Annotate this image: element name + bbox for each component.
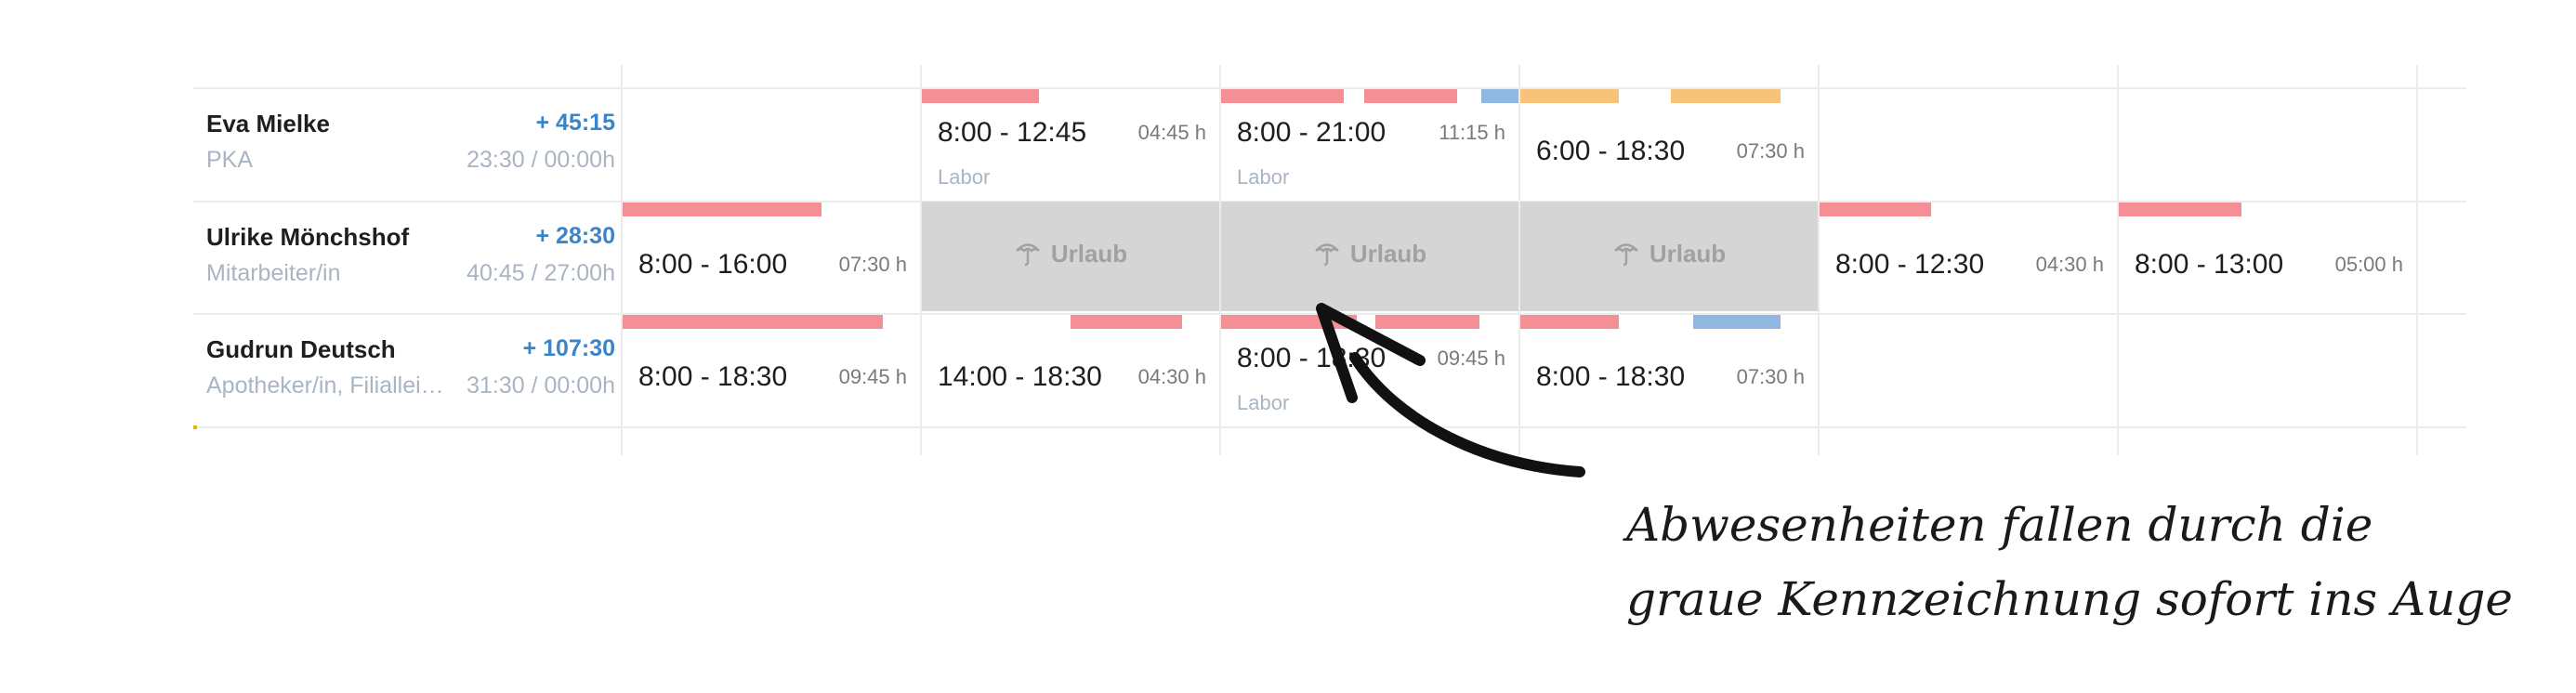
annotation-text: Abwesenheiten fallen durch die graue Ken… <box>1626 488 2513 636</box>
annotation-line: graue Kennzeichnung sofort ins Auge <box>1626 572 2513 626</box>
annotation-line: Abwesenheiten fallen durch die <box>1626 498 2373 552</box>
